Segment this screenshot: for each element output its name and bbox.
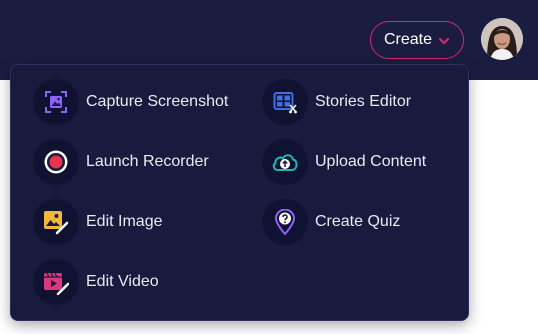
menu-item-upload-content[interactable]: Upload Content	[262, 138, 426, 186]
create-dropdown-menu: Capture Screenshot Stories Editor Launch…	[10, 64, 469, 321]
edit-image-icon	[33, 199, 79, 245]
cloud-upload-icon	[262, 139, 308, 185]
menu-item-edit-image[interactable]: Edit Image	[33, 198, 162, 246]
create-label: Create	[383, 31, 433, 48]
record-icon	[33, 139, 79, 185]
edit-video-icon	[33, 259, 79, 305]
menu-item-label: Stories Editor	[315, 93, 412, 110]
stories-editor-icon	[262, 79, 308, 125]
menu-item-launch-recorder[interactable]: Launch Recorder	[33, 138, 209, 186]
avatar[interactable]	[481, 18, 523, 60]
menu-item-stories-editor[interactable]: Stories Editor	[262, 78, 411, 126]
menu-item-label: Edit Image	[86, 213, 163, 230]
menu-item-label: Capture Screenshot	[86, 93, 229, 110]
menu-item-edit-video[interactable]: Edit Video	[33, 258, 159, 306]
menu-item-capture-screenshot[interactable]: Capture Screenshot	[33, 78, 228, 126]
quiz-icon	[262, 199, 308, 245]
menu-item-label: Upload Content	[315, 153, 427, 170]
chevron-down-icon	[438, 34, 450, 46]
capture-screenshot-icon	[33, 79, 79, 125]
menu-item-label: Launch Recorder	[86, 153, 209, 170]
create-button[interactable]: Create	[370, 21, 464, 59]
menu-item-label: Edit Video	[86, 273, 159, 290]
menu-item-label: Create Quiz	[315, 213, 401, 230]
menu-item-create-quiz[interactable]: Create Quiz	[262, 198, 400, 246]
